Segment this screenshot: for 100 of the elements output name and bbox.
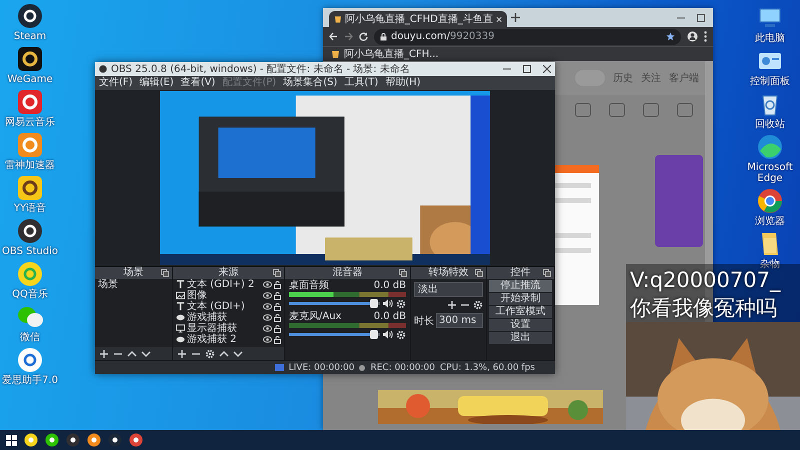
control-button[interactable]: 退出 — [489, 332, 552, 344]
taskbar-app-icon[interactable] — [66, 433, 80, 447]
eye-icon[interactable] — [263, 303, 272, 310]
settings-icon[interactable] — [396, 330, 406, 340]
menu-item[interactable]: 文件(F) — [99, 77, 133, 89]
address-bar[interactable]: douyu.com/9920339 — [374, 28, 681, 44]
lock-icon[interactable] — [274, 302, 281, 310]
profile-icon[interactable] — [687, 31, 698, 42]
undock-icon[interactable] — [543, 269, 551, 277]
channel-name: 桌面音频 — [289, 280, 329, 291]
undock-icon[interactable] — [161, 269, 169, 277]
eye-icon[interactable] — [263, 336, 272, 343]
move-up-icon[interactable] — [127, 348, 137, 358]
browser-tab[interactable]: 阿小乌龟直播_CFHD直播_斗鱼直 — [329, 11, 507, 27]
desktop-icon-label[interactable]: 此电脑 — [742, 33, 798, 44]
add-icon[interactable] — [99, 348, 109, 358]
window-title: OBS 25.0.8 (64-bit, windows) - 配置文件: 未命名 - 场景: 未命名 — [111, 62, 410, 76]
lock-icon[interactable] — [274, 314, 281, 322]
move-down-icon[interactable] — [141, 348, 151, 358]
add-icon[interactable] — [447, 300, 457, 310]
menu-item[interactable]: 编辑(E) — [140, 77, 174, 89]
lock-icon[interactable] — [274, 292, 281, 300]
move-down-icon[interactable] — [233, 348, 243, 358]
add-icon[interactable] — [177, 348, 187, 358]
eye-icon[interactable] — [263, 314, 272, 321]
taskbar-app-icon[interactable] — [45, 433, 59, 447]
speaker-icon[interactable] — [383, 299, 393, 308]
app-icon[interactable] — [16, 2, 44, 30]
lock-icon[interactable] — [274, 336, 281, 344]
eye-icon[interactable] — [263, 281, 272, 288]
app-icon[interactable] — [756, 187, 784, 215]
source-item[interactable]: 游戏捕获 2 — [187, 334, 261, 345]
desktop-icon-label[interactable]: 浏览器 — [742, 216, 798, 227]
overlay-caption: 你看我像冤种吗 — [630, 296, 778, 320]
scene-item[interactable]: 场景 — [95, 279, 172, 290]
gamepad-icon — [176, 313, 185, 322]
speaker-icon[interactable] — [383, 330, 393, 339]
undock-icon[interactable] — [399, 269, 407, 277]
dock-title: 转场特效 — [428, 267, 468, 279]
eye-icon[interactable] — [263, 292, 272, 299]
settings-icon[interactable] — [396, 298, 406, 308]
menu-item[interactable]: 查看(V) — [180, 77, 216, 89]
control-button[interactable]: 开始录制 — [489, 293, 552, 305]
source-item[interactable]: 游戏捕获 — [187, 312, 261, 323]
eye-icon[interactable] — [263, 325, 272, 332]
dock-title: 来源 — [218, 267, 238, 279]
menu-item[interactable]: 场景集合(S) — [283, 77, 338, 89]
menu-item[interactable]: 帮助(H) — [385, 77, 421, 89]
source-item[interactable]: 图像 — [187, 290, 261, 301]
desktop-icon-label[interactable]: 回收站 — [742, 119, 798, 130]
control-button[interactable]: 停止推流 — [489, 280, 552, 292]
back-icon[interactable] — [329, 32, 338, 41]
gamepad-icon — [176, 335, 185, 344]
menu-item[interactable]: 工具(T) — [344, 77, 378, 89]
lock-icon[interactable] — [274, 324, 281, 332]
taskbar-app-icon[interactable] — [108, 433, 122, 447]
control-button[interactable]: 工作室模式 — [489, 306, 552, 318]
move-up-icon[interactable] — [219, 348, 229, 358]
lock-icon[interactable] — [274, 280, 281, 288]
image-icon — [176, 291, 185, 300]
desktop-icon-label[interactable]: Microsoft Edge — [742, 162, 798, 184]
app-icon[interactable] — [16, 217, 44, 245]
star-icon[interactable] — [666, 32, 675, 41]
duration-field[interactable]: 300 ms — [436, 313, 483, 328]
new-tab-icon[interactable] — [511, 13, 520, 22]
close-icon[interactable] — [543, 65, 551, 73]
slider-thumb[interactable] — [370, 299, 378, 308]
live-timer: LIVE: 00:00:00 — [288, 362, 354, 372]
slider-thumb[interactable] — [370, 330, 378, 339]
undock-icon[interactable] — [475, 269, 483, 277]
undock-icon[interactable] — [273, 269, 281, 277]
cpu-fps-status: CPU: 1.3%, 60.00 fps — [440, 362, 535, 372]
favicon-icon — [331, 50, 340, 58]
menu-icon[interactable] — [704, 31, 707, 42]
volume-slider[interactable] — [289, 333, 380, 336]
duration-label: 时长 — [414, 314, 434, 328]
desktop-icon-label[interactable]: 控制面板 — [742, 76, 798, 87]
app-logo-icon — [99, 65, 107, 73]
live-indicator-icon — [274, 364, 284, 371]
start-icon[interactable] — [6, 434, 17, 446]
control-button[interactable]: 设置 — [489, 319, 552, 331]
desktop-icon-label[interactable]: 杂物 — [742, 259, 798, 270]
maximize-icon[interactable] — [697, 14, 705, 22]
maximize-icon[interactable] — [523, 65, 531, 73]
taskbar-app-icon[interactable] — [87, 433, 101, 447]
text-icon — [176, 302, 185, 311]
volume-reading: 0.0 dB — [374, 311, 406, 322]
source-item[interactable]: 显示器捕获 — [187, 323, 261, 334]
rec-timer: REC: 00:00:00 — [370, 362, 436, 372]
settings-icon[interactable] — [205, 348, 215, 358]
settings-icon[interactable] — [473, 300, 483, 310]
source-item[interactable]: 文本 (GDI+) — [187, 301, 261, 312]
app-icon[interactable] — [16, 45, 44, 73]
volume-slider[interactable] — [289, 302, 380, 305]
taskbar-app-icon[interactable] — [24, 433, 38, 447]
transition-dropdown[interactable]: 淡出 — [414, 282, 483, 297]
reload-icon[interactable] — [359, 32, 368, 41]
text-icon — [176, 280, 185, 289]
taskbar-app-icon[interactable] — [129, 433, 143, 447]
forward-icon[interactable] — [344, 32, 353, 41]
